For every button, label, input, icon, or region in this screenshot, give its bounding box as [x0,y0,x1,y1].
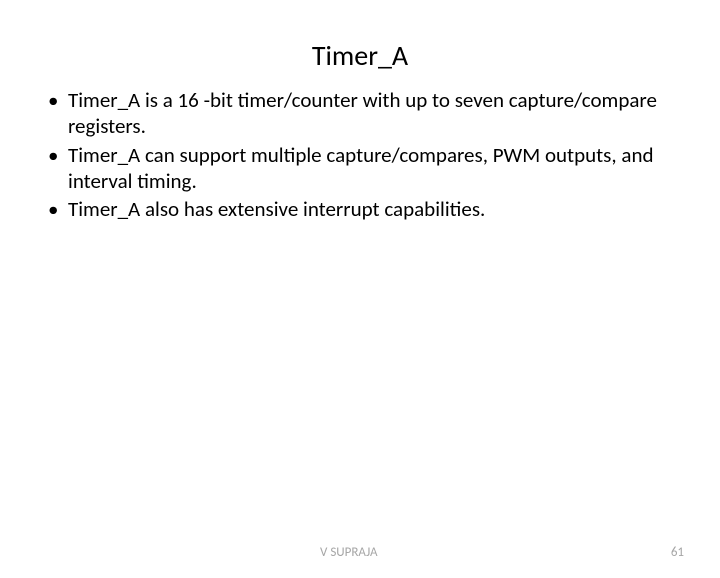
slide-title: Timer_A [0,38,720,73]
bullet-item: Timer_A is a 16 -bit timer/counter with … [48,87,690,140]
slide-content: Timer_A is a 16 -bit timer/counter with … [0,87,720,222]
bullet-item: Timer_A also has extensive interrupt cap… [48,196,690,222]
footer-page-number: 61 [671,545,684,560]
slide-container: Timer_A Timer_A is a 16 -bit timer/count… [0,38,720,578]
footer-author: V SUPRAJA [320,545,378,560]
slide-footer: V SUPRAJA 61 [0,545,720,560]
bullet-item: Timer_A can support multiple capture/com… [48,142,690,195]
bullet-list: Timer_A is a 16 -bit timer/counter with … [48,87,690,222]
